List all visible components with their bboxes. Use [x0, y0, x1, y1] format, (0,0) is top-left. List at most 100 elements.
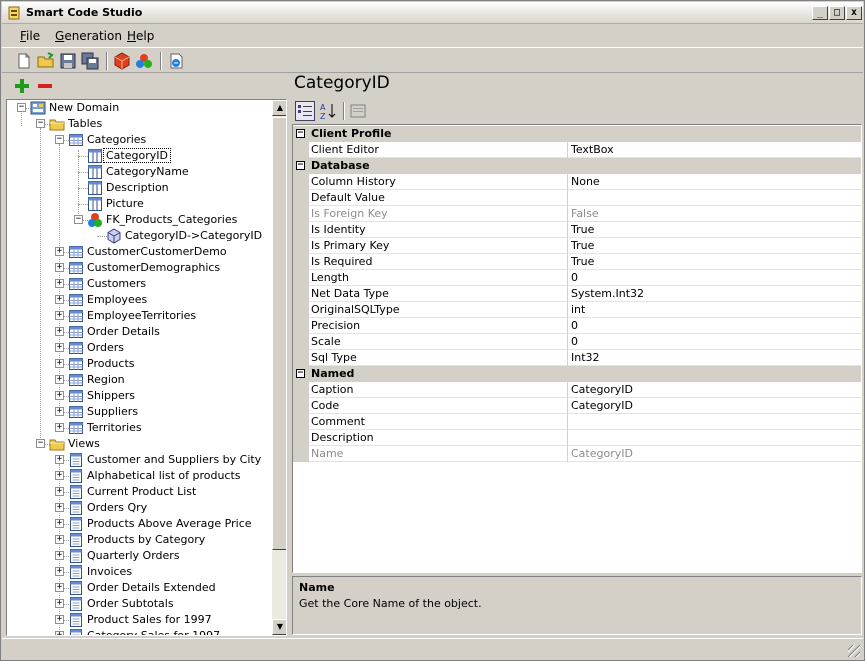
tree-node-table[interactable]: + Shippers	[7, 388, 269, 404]
property-category[interactable]: − Named	[293, 366, 861, 382]
collapse-icon[interactable]: −	[296, 161, 305, 170]
tree-node-table[interactable]: + Employees	[7, 292, 269, 308]
property-value[interactable]: 0	[571, 271, 578, 284]
property-value[interactable]: True	[571, 239, 594, 252]
menu-generation[interactable]: Generation	[55, 29, 122, 43]
save-icon[interactable]	[58, 51, 78, 71]
expand-icon[interactable]: +	[55, 311, 64, 320]
property-value[interactable]: int	[571, 303, 585, 316]
property-value[interactable]: True	[571, 223, 594, 236]
property-value[interactable]: True	[571, 255, 594, 268]
scroll-up-arrow-icon[interactable]: ▲	[272, 100, 286, 116]
tree-node-domain[interactable]: − New Domain	[7, 100, 269, 116]
expand-icon[interactable]: +	[55, 295, 64, 304]
collapse-icon[interactable]: −	[296, 129, 305, 138]
tree-node-view[interactable]: + Customer and Suppliers by City	[7, 452, 269, 468]
tree-node-column[interactable]: Picture	[7, 196, 269, 212]
tree-node-view[interactable]: + Order Details Extended	[7, 580, 269, 596]
tree-node-table[interactable]: + Customers	[7, 276, 269, 292]
property-row[interactable]: Default Value	[293, 190, 861, 206]
expand-icon[interactable]: +	[55, 487, 64, 496]
collapse-icon[interactable]: −	[36, 439, 45, 448]
tree-node-view[interactable]: + Quarterly Orders	[7, 548, 269, 564]
expand-icon[interactable]: +	[55, 455, 64, 464]
expand-icon[interactable]: +	[55, 375, 64, 384]
resize-grip-icon[interactable]	[848, 645, 860, 657]
tree-node-view[interactable]: + Orders Qry	[7, 500, 269, 516]
expand-icon[interactable]: +	[55, 583, 64, 592]
property-value[interactable]: 0	[571, 319, 578, 332]
expand-icon[interactable]: +	[55, 343, 64, 352]
expand-icon[interactable]: +	[55, 471, 64, 480]
tree-node-column[interactable]: CategoryName	[7, 164, 269, 180]
expand-icon[interactable]: +	[55, 567, 64, 576]
new-file-icon[interactable]	[14, 51, 34, 71]
categorized-view-icon[interactable]	[295, 101, 315, 121]
property-pages-icon[interactable]	[349, 102, 367, 120]
tree-node-table[interactable]: + Products	[7, 356, 269, 372]
open-folder-icon[interactable]	[36, 51, 56, 71]
expand-icon[interactable]: +	[55, 551, 64, 560]
tree-node-view[interactable]: + Invoices	[7, 564, 269, 580]
property-row[interactable]: Client Editor TextBox	[293, 142, 861, 158]
add-icon[interactable]	[14, 78, 30, 94]
tree-node-table[interactable]: + Order Details	[7, 324, 269, 340]
property-row[interactable]: Length 0	[293, 270, 861, 286]
tree-node-view[interactable]: + Alphabetical list of products	[7, 468, 269, 484]
expand-icon[interactable]: +	[55, 263, 64, 272]
property-row[interactable]: Sql Type Int32	[293, 350, 861, 366]
tree-node-tables-folder[interactable]: − Tables	[7, 116, 269, 132]
expand-icon[interactable]: +	[55, 407, 64, 416]
property-row[interactable]: Is Primary Key True	[293, 238, 861, 254]
expand-icon[interactable]: +	[55, 615, 64, 624]
scroll-thumb[interactable]	[272, 117, 286, 550]
property-category[interactable]: − Client Profile	[293, 126, 861, 142]
expand-icon[interactable]: +	[55, 599, 64, 608]
property-row[interactable]: Comment	[293, 414, 861, 430]
tree-node-table[interactable]: + Territories	[7, 420, 269, 436]
property-value[interactable]: TextBox	[571, 143, 614, 156]
tree-node-table[interactable]: + Orders	[7, 340, 269, 356]
expand-icon[interactable]: +	[55, 247, 64, 256]
property-value[interactable]: CategoryID	[571, 383, 633, 396]
expand-icon[interactable]: +	[55, 279, 64, 288]
tree-node-column[interactable]: Description	[7, 180, 269, 196]
tree-node-table[interactable]: + Region	[7, 372, 269, 388]
tree-node-table[interactable]: + CustomerCustomerDemo	[7, 244, 269, 260]
relations-icon[interactable]	[134, 51, 154, 71]
tree-node-table[interactable]: + CustomerDemographics	[7, 260, 269, 276]
close-button[interactable]: x	[846, 6, 862, 20]
property-row[interactable]: Is Required True	[293, 254, 861, 270]
generate-cube-icon[interactable]	[112, 51, 132, 71]
property-row[interactable]: Is Foreign Key False	[293, 206, 861, 222]
collapse-icon[interactable]: −	[36, 119, 45, 128]
property-value[interactable]: Int32	[571, 351, 600, 364]
panel-splitter[interactable]	[288, 74, 291, 636]
collapse-icon[interactable]: −	[55, 135, 64, 144]
expand-icon[interactable]: +	[55, 535, 64, 544]
property-category[interactable]: − Database	[293, 158, 861, 174]
tree-node-fk-column[interactable]: CategoryID->CategoryID	[7, 228, 269, 244]
maximize-button[interactable]: □	[829, 6, 845, 20]
property-value[interactable]: 0	[571, 335, 578, 348]
scroll-down-arrow-icon[interactable]: ▼	[272, 619, 286, 635]
tree-node-view[interactable]: + Category Sales for 1997	[7, 628, 269, 635]
property-row[interactable]: Code CategoryID	[293, 398, 861, 414]
tree-node-foreign-key[interactable]: − FK_Products_Categories	[7, 212, 269, 228]
alphabetical-sort-icon[interactable]: A Z	[318, 101, 338, 121]
menu-file[interactable]: File	[20, 29, 40, 43]
property-row[interactable]: Description	[293, 430, 861, 446]
save-all-icon[interactable]	[80, 51, 100, 71]
property-grid[interactable]: − Client Profile Client Editor TextBox − Data…	[292, 124, 862, 573]
property-row[interactable]: Caption CategoryID	[293, 382, 861, 398]
property-row[interactable]: Scale 0	[293, 334, 861, 350]
property-row[interactable]: Is Identity True	[293, 222, 861, 238]
tree-node-table[interactable]: + EmployeeTerritories	[7, 308, 269, 324]
domain-tree[interactable]: − New Domain − Tables − Categories CategoryID C…	[6, 99, 287, 636]
property-value[interactable]: CategoryID	[571, 399, 633, 412]
expand-icon[interactable]: +	[55, 359, 64, 368]
property-row[interactable]: Precision 0	[293, 318, 861, 334]
minimize-button[interactable]: _	[812, 6, 828, 20]
tree-node-view[interactable]: + Order Subtotals	[7, 596, 269, 612]
expand-icon[interactable]: +	[55, 519, 64, 528]
